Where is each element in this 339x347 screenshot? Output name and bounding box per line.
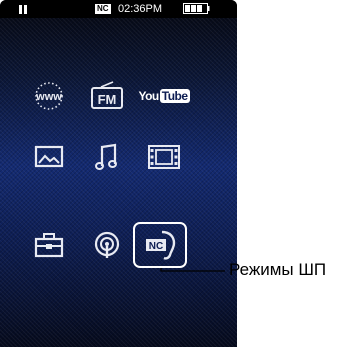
callout-line [160, 268, 225, 272]
callout-label: Режимы ШП [229, 260, 327, 279]
